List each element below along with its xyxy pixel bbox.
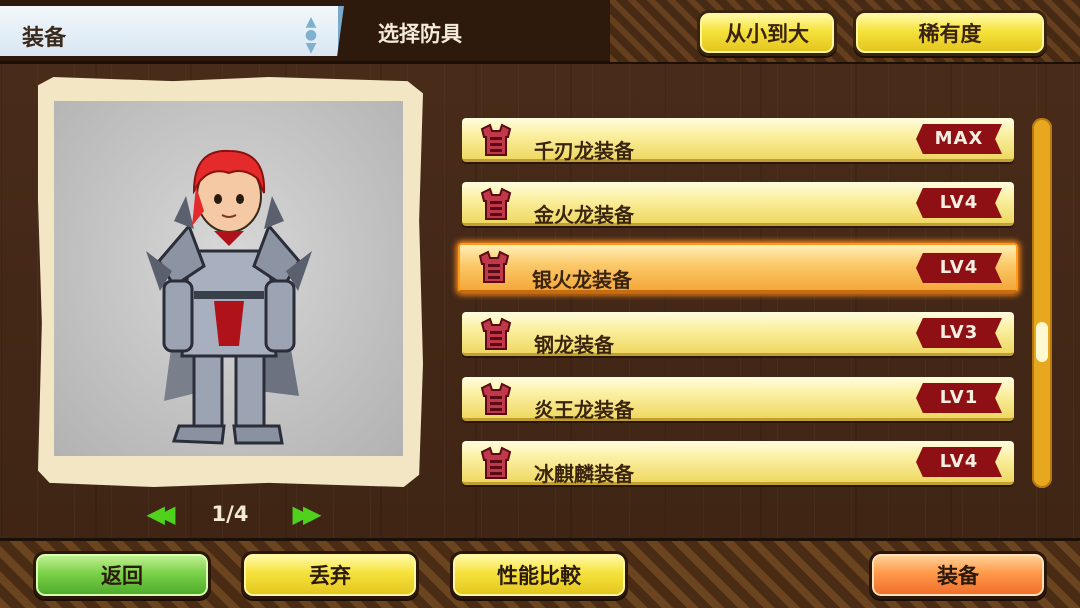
list-item-selected[interactable]: 银火龙装备 LV4 [458,243,1018,293]
page-subtitle: 选择防具 [378,22,462,46]
list-scrollbar[interactable] [1032,118,1052,488]
preview-pager: ◀◀ 1/4 ▶▶ [140,496,322,532]
level-badge: MAX [916,124,1002,154]
armor-chest-icon [478,250,510,283]
page-title: 装备 [22,26,67,51]
list-item[interactable]: 冰麒麟装备 LV4 [462,441,1014,486]
level-badge: LV4 [916,253,1002,283]
armor-chest-icon [480,382,512,415]
level-badge: LV4 [916,447,1002,477]
item-name: 银火龙装备 [532,268,632,292]
title-box: 装备 ▲ ● ▼ [0,6,344,56]
title-scroll-indicator-icon: ▲ ● ▼ [304,14,318,56]
scrollbar-thumb[interactable] [1036,321,1048,362]
compare-button[interactable]: 性能比較 [450,551,628,599]
equip-button[interactable]: 装备 [869,551,1047,599]
level-badge: LV1 [916,383,1002,413]
discard-button[interactable]: 丢弃 [241,551,419,599]
level-badge: LV3 [916,318,1002,348]
armor-chest-icon [480,123,512,156]
list-item[interactable]: 炎王龙装备 LV1 [462,377,1014,422]
page-indicator: 1/4 [211,502,249,526]
item-name: 冰麒麟装备 [534,462,634,486]
item-name: 千刃龙装备 [534,139,634,163]
item-name: 炎王龙装备 [534,398,634,422]
double-chevron-right-icon[interactable]: ▶▶ [286,500,322,528]
item-name: 金火龙装备 [534,203,634,227]
list-item[interactable]: 钢龙装备 LV3 [462,312,1014,357]
level-badge: LV4 [916,188,1002,218]
sort-ascending-button[interactable]: 从小到大 [697,10,837,56]
list-item[interactable]: 千刃龙装备 MAX [462,118,1014,163]
double-chevron-left-icon[interactable]: ◀◀ [140,500,176,528]
item-name: 钢龙装备 [534,333,614,357]
armor-chest-icon [480,187,512,220]
armored-character-image [146,149,312,445]
armor-chest-icon [480,446,512,479]
armor-chest-icon [480,317,512,350]
sort-rarity-button[interactable]: 稀有度 [853,10,1047,56]
list-item[interactable]: 金火龙装备 LV4 [462,182,1014,227]
character-preview[interactable] [54,101,403,456]
back-button[interactable]: 返回 [33,551,211,599]
